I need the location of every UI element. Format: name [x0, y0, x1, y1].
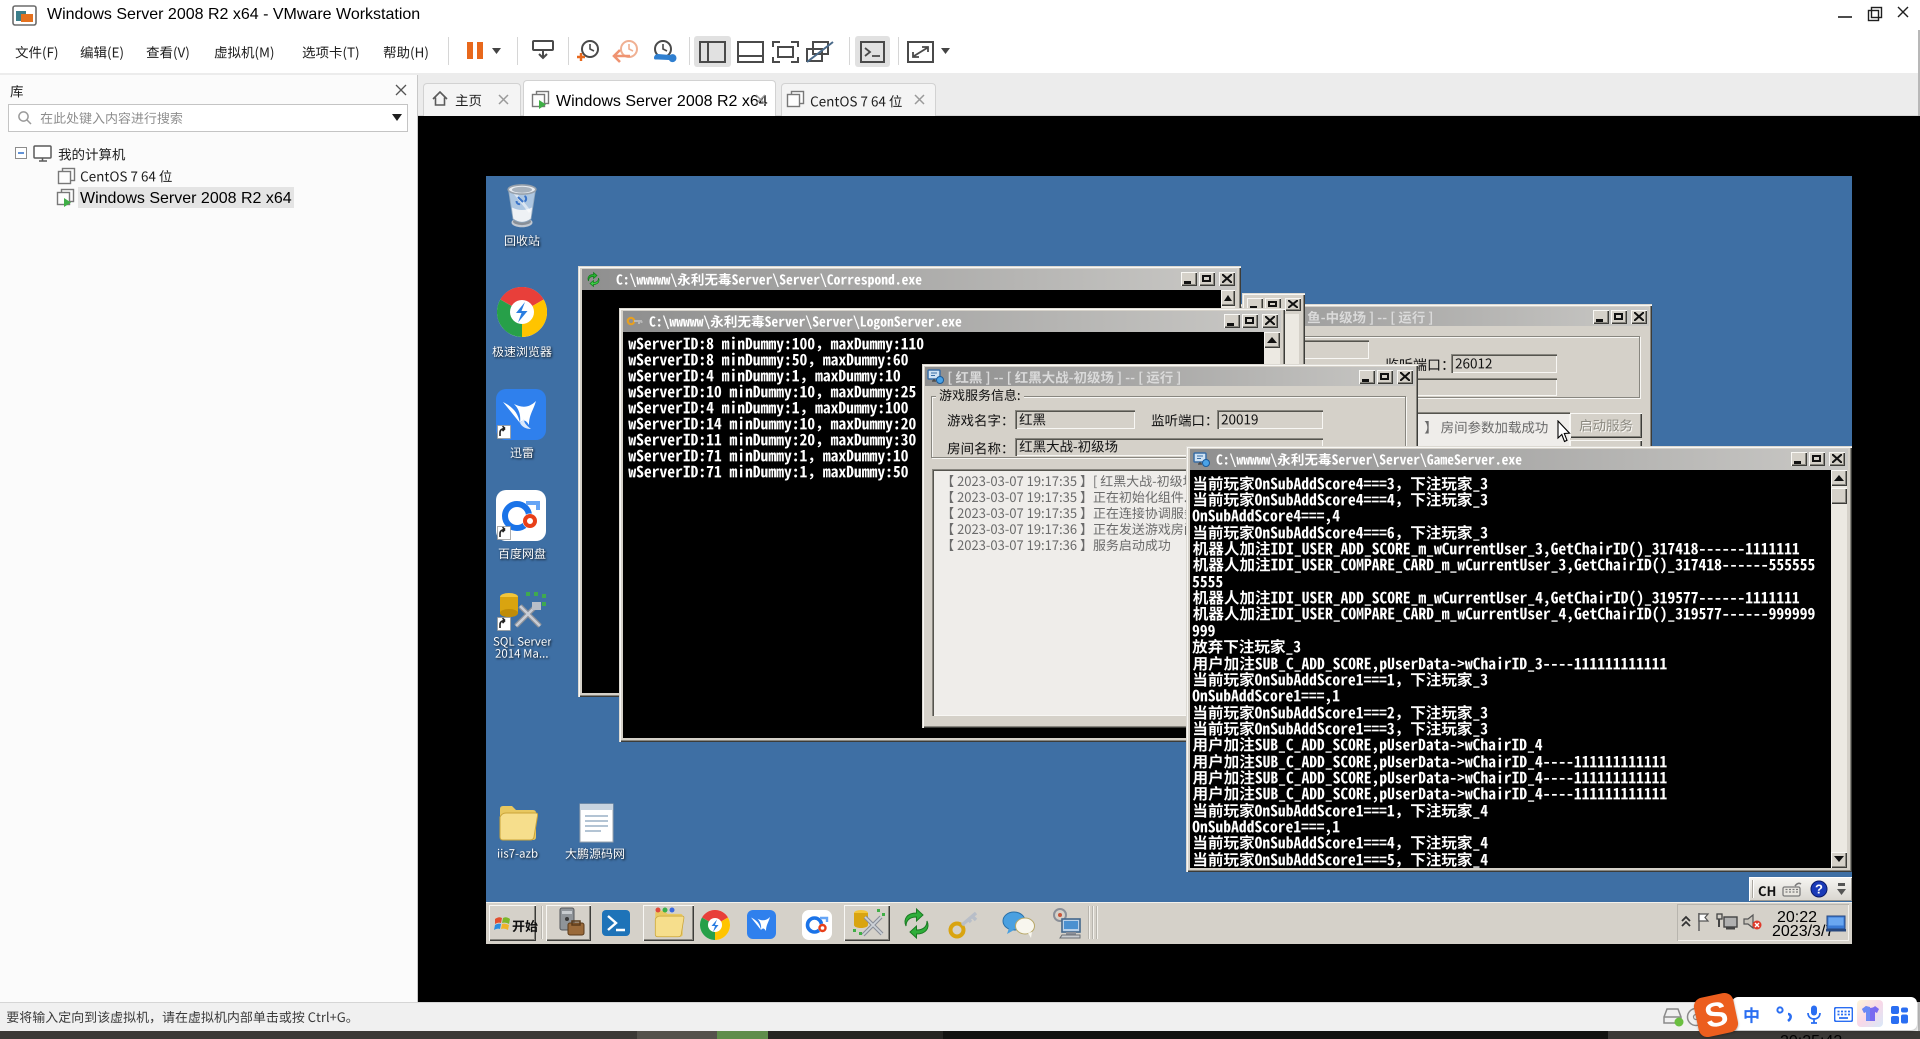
svg-text:?: ? — [1815, 882, 1823, 897]
